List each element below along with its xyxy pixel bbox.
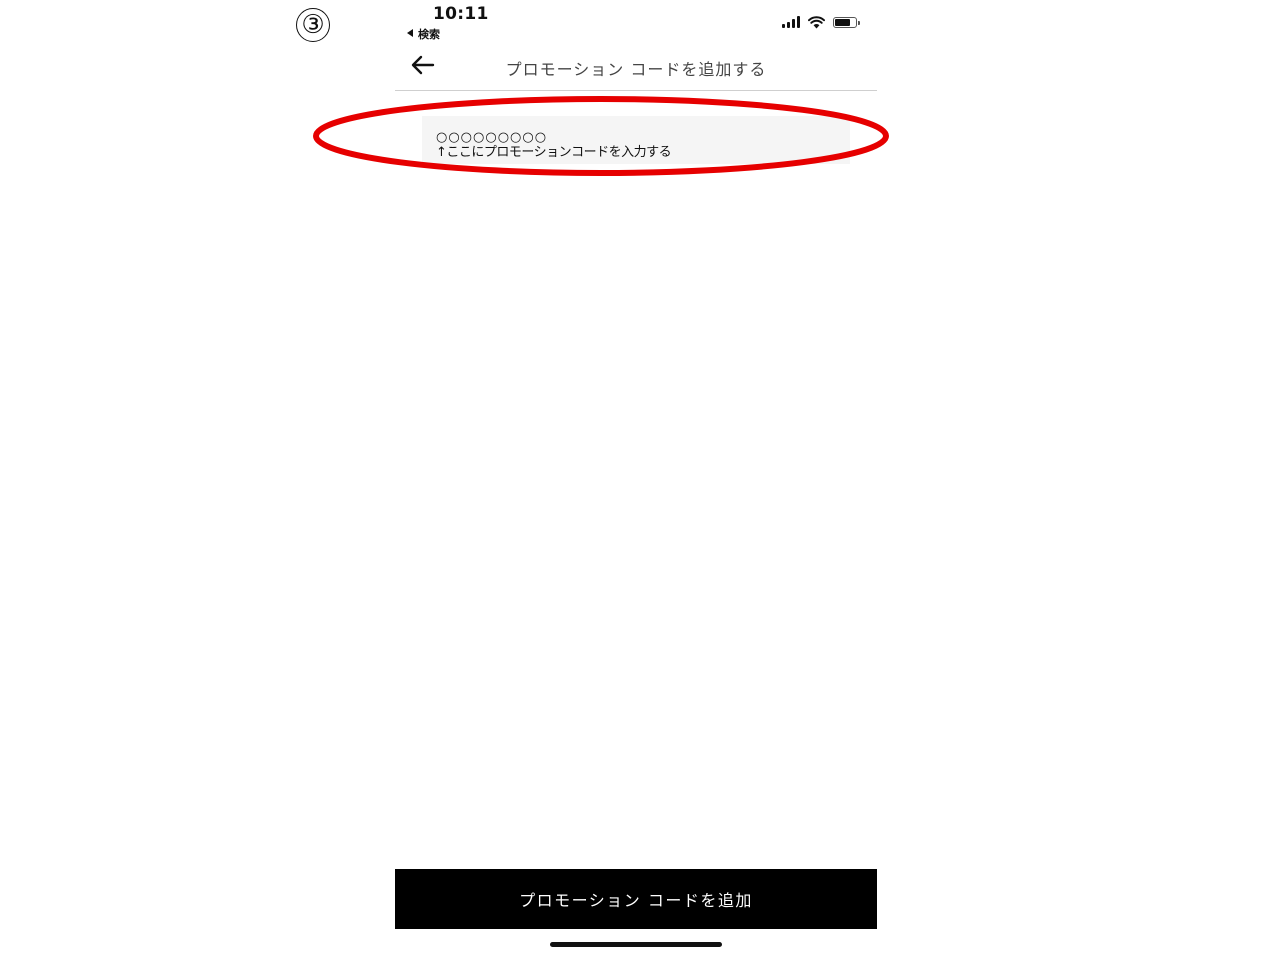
nav-bar: プロモーション コードを追加する <box>395 42 877 91</box>
back-triangle-icon <box>407 29 413 37</box>
wifi-icon <box>808 15 825 28</box>
step-number-badge: ③ <box>296 8 330 42</box>
cellular-signal-icon <box>782 16 800 28</box>
add-promo-code-button[interactable]: プロモーション コードを追加 <box>395 869 877 929</box>
status-icons <box>782 14 860 30</box>
status-time: 10:11 <box>433 4 489 24</box>
battery-icon <box>833 16 860 28</box>
promo-code-input[interactable]: ○○○○○○○○○ ↑ここにプロモーションコードを入力する <box>422 116 850 164</box>
promo-code-hint: ↑ここにプロモーションコードを入力する <box>436 145 672 160</box>
status-back-label: 検索 <box>418 28 440 41</box>
home-indicator[interactable] <box>550 942 722 947</box>
promo-code-value: ○○○○○○○○○ <box>436 130 548 145</box>
page-title: プロモーション コードを追加する <box>505 60 767 79</box>
status-back-to-app[interactable]: 検索 <box>407 26 440 42</box>
phone-screen: 10:11 検索 プロモーション コードを追加する ○○○○○○○○○ ↑ここに… <box>395 0 877 966</box>
